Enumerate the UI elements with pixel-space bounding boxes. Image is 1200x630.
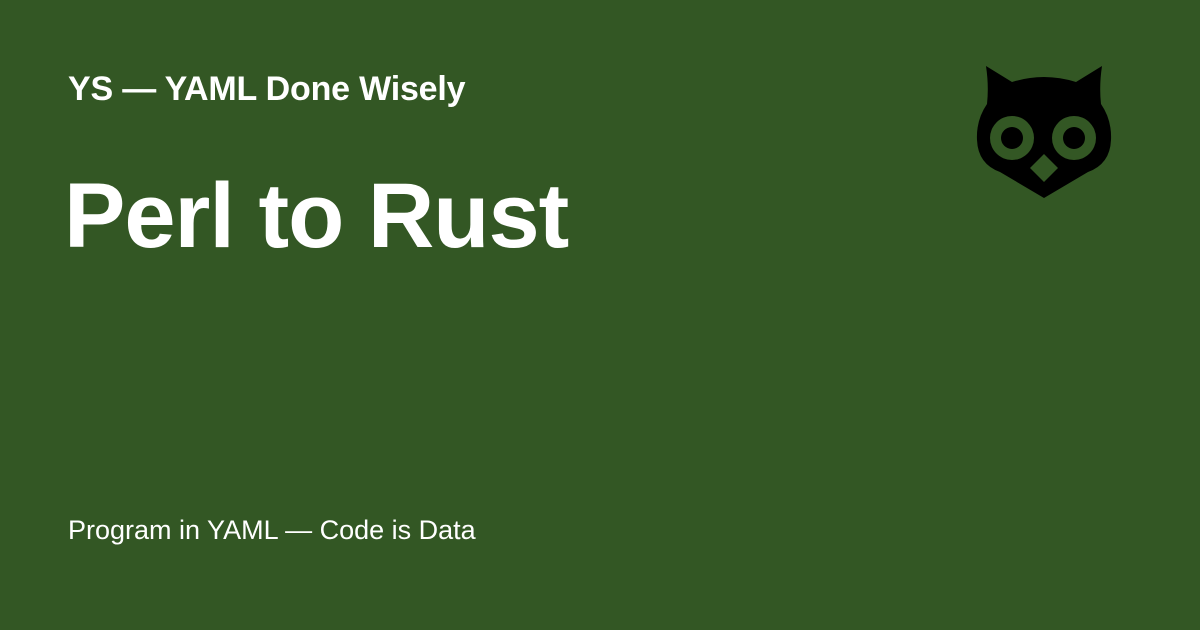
owl-left-pupil <box>1001 127 1023 149</box>
page-title: Perl to Rust <box>64 165 569 267</box>
tagline: Program in YAML — Code is Data <box>68 515 476 545</box>
social-card: YS — YAML Done Wisely Perl to Rust Progr… <box>0 0 1200 630</box>
site-title: YS — YAML Done Wisely <box>68 70 466 108</box>
owl-right-pupil <box>1063 127 1085 149</box>
owl-icon <box>976 66 1112 198</box>
